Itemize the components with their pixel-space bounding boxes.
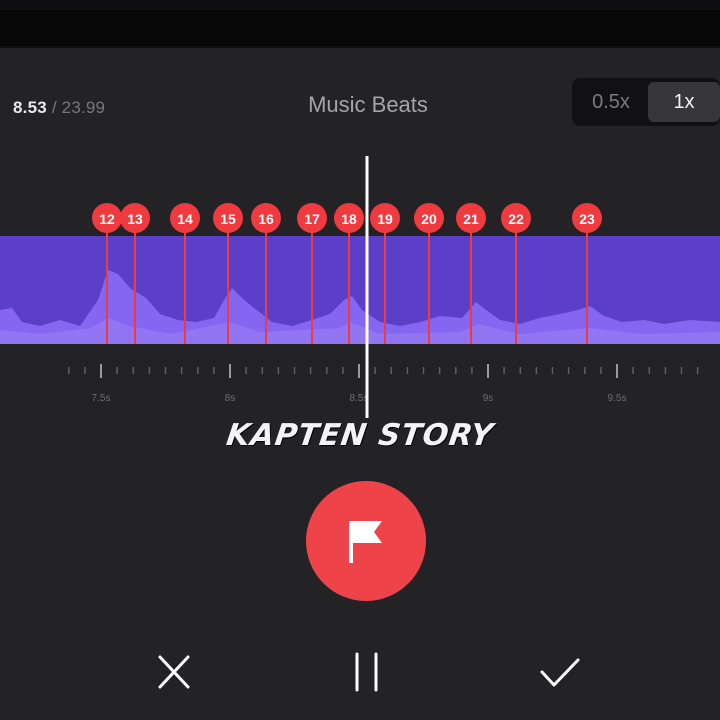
beat-marker-label: 20 [421,211,437,227]
beat-marker-label: 14 [177,211,193,227]
beat-marker-16[interactable]: 16 [251,203,281,233]
ruler-label: 8s [225,393,236,404]
beat-marker-label: 16 [258,211,274,227]
pause-icon [355,652,378,692]
beat-marker-13[interactable]: 13 [120,203,150,233]
speed-option-0-5x[interactable]: 0.5x [576,82,646,122]
beat-marker-23[interactable]: 23 [572,203,602,233]
beat-timeline[interactable]: 12 13 14 15 16 17 18 19 20 21 22 23 7.5s 8s 8.5s 9s 9.5… [0,150,720,420]
beat-marker-19[interactable]: 19 [370,203,400,233]
timeline-ruler: 7.5s 8s 8.5s 9s 9.5s [68,364,699,404]
ruler-label: 9s [483,393,494,404]
checkmark-icon [540,658,580,687]
beat-marker-15[interactable]: 15 [213,203,243,233]
beat-marker-label: 15 [220,211,236,227]
beat-marker-label: 19 [377,211,393,227]
ruler-label: 9.5s [608,393,627,404]
beat-marker-17[interactable]: 17 [297,203,327,233]
beat-marker-12[interactable]: 12 [92,203,122,233]
close-icon [158,655,190,689]
beat-marker-18[interactable]: 18 [334,203,364,233]
top-status-strip [0,0,720,48]
confirm-button[interactable] [535,648,585,698]
beat-marker-20[interactable]: 20 [414,203,444,233]
speed-toggle: 0.5x 1x [572,78,720,126]
beat-marker-14[interactable]: 14 [170,203,200,233]
beat-marker-label: 22 [508,211,524,227]
top-bar [0,10,720,46]
beat-marker-21[interactable]: 21 [456,203,486,233]
brand-watermark: KAPTEN STORY [224,418,496,453]
beat-marker-badges: 12 13 14 15 16 17 18 19 20 21 22 23 [92,203,602,233]
pause-button[interactable] [342,648,392,698]
add-beat-flag-button[interactable] [306,481,426,601]
beat-marker-22[interactable]: 22 [501,203,531,233]
beat-marker-label: 23 [579,211,595,227]
beat-marker-label: 13 [127,211,143,227]
ruler-label: 7.5s [92,393,111,404]
beat-marker-label: 17 [304,211,320,227]
beat-marker-label: 21 [463,211,479,227]
speed-option-1x[interactable]: 1x [648,82,720,122]
beat-marker-label: 12 [99,211,115,227]
cancel-button[interactable] [149,648,199,698]
timeline-canvas: 12 13 14 15 16 17 18 19 20 21 22 23 7.5s 8s 8.5s 9s 9.5… [0,156,720,418]
flag-icon [349,521,382,563]
bottom-toolbar [0,630,720,710]
beat-marker-label: 18 [341,211,357,227]
